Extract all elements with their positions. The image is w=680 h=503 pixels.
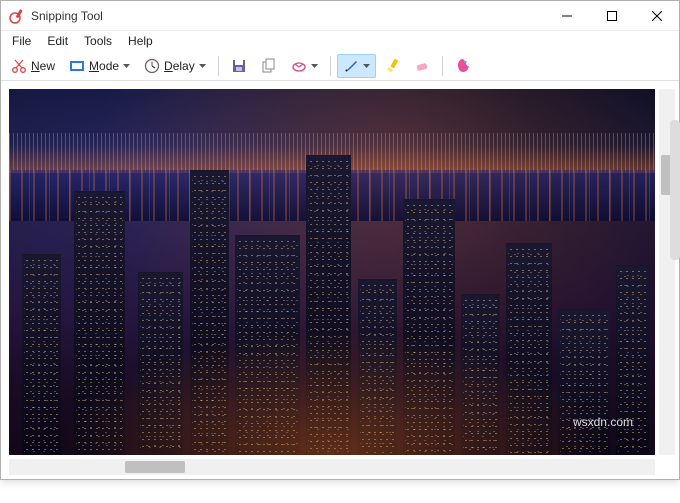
separator [218, 56, 219, 76]
separator [330, 56, 331, 76]
menu-edit[interactable]: Edit [40, 32, 75, 50]
send-button[interactable] [285, 54, 324, 78]
chevron-down-icon [363, 64, 370, 68]
app-icon [9, 8, 25, 24]
pen-button[interactable] [337, 54, 376, 78]
close-button[interactable] [634, 1, 679, 30]
mode-button[interactable]: Mode [63, 54, 136, 78]
title-bar: Snipping Tool [1, 1, 679, 31]
new-button[interactable]: New [5, 54, 61, 78]
snip-canvas[interactable]: wsxdn.com [9, 89, 655, 455]
pen-icon [343, 58, 359, 74]
copy-icon [261, 58, 277, 74]
new-label: New [31, 59, 55, 73]
window-title: Snipping Tool [31, 9, 544, 23]
mode-label: Mode [89, 59, 119, 73]
content-area: wsxdn.com [1, 81, 679, 479]
mail-icon [291, 58, 307, 74]
toolbar: New Mode Delay [1, 51, 679, 81]
highlighter-icon [384, 58, 400, 74]
window-controls [544, 1, 679, 30]
app-window: Snipping Tool File Edit Tools Help New M… [0, 0, 680, 480]
clock-icon [144, 58, 160, 74]
copy-button[interactable] [255, 54, 283, 78]
mode-icon [69, 58, 85, 74]
chevron-down-icon [311, 64, 318, 68]
eraser-button[interactable] [408, 54, 436, 78]
menu-file[interactable]: File [5, 32, 38, 50]
separator [442, 56, 443, 76]
scissors-icon [11, 58, 27, 74]
horizontal-scrollbar[interactable] [9, 459, 655, 475]
menu-bar: File Edit Tools Help [1, 31, 679, 51]
paint3d-icon [455, 58, 471, 74]
delay-button[interactable]: Delay [138, 54, 212, 78]
save-icon [231, 58, 247, 74]
scrollbar-thumb[interactable] [125, 461, 185, 473]
menu-tools[interactable]: Tools [77, 32, 119, 50]
minimize-button[interactable] [544, 1, 589, 30]
chevron-down-icon [199, 64, 206, 68]
save-button[interactable] [225, 54, 253, 78]
maximize-button[interactable] [589, 1, 634, 30]
highlighter-button[interactable] [378, 54, 406, 78]
page-scrollbar[interactable] [670, 120, 680, 260]
eraser-icon [414, 58, 430, 74]
watermark: wsxdn.com [573, 415, 633, 429]
menu-help[interactable]: Help [121, 32, 160, 50]
chevron-down-icon [123, 64, 130, 68]
delay-label: Delay [164, 59, 195, 73]
paint3d-button[interactable] [449, 54, 477, 78]
